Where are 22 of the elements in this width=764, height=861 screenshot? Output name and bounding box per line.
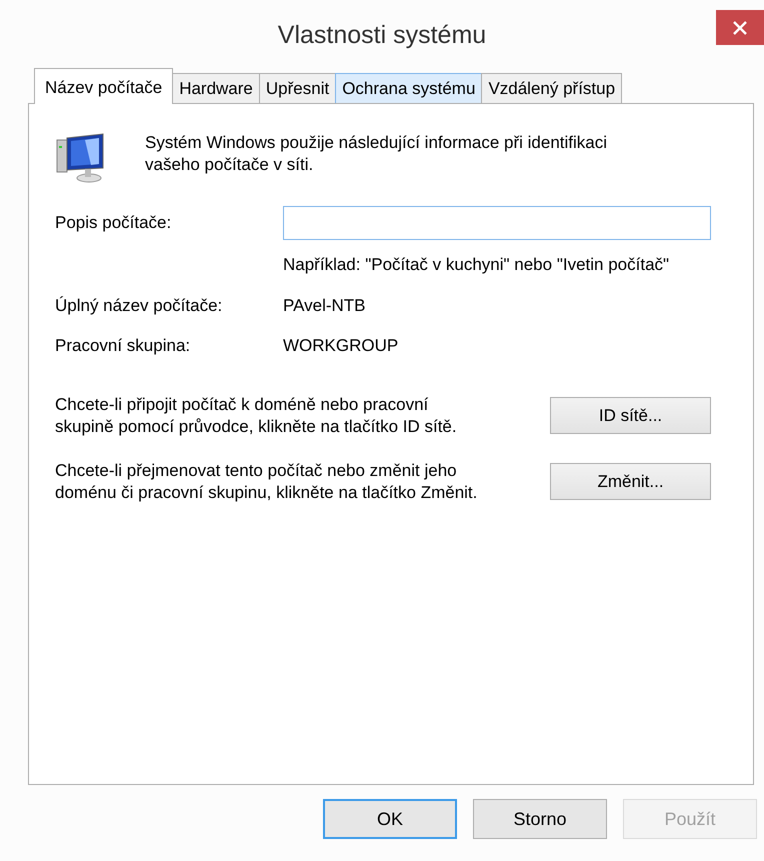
action-text: Chcete-li připojit počítač k doméně nebo pracovní skupině pomocí průvodce, klikněte na tlačítko ID sítě. [55,394,458,438]
example-text: Například: "Počítač v kuchyni" nebo "Ivetin počítač" [283,254,670,276]
description-field[interactable] [283,206,711,240]
tab[interactable]: Vzdálený přístup [481,73,622,103]
window-title: Vlastnosti systému [278,20,486,50]
info-value: WORKGROUP [283,336,400,356]
dialog-button[interactable]: Storno [473,799,607,839]
tab[interactable]: Ochrana systému [335,73,482,103]
tab[interactable]: Název počítače [34,68,174,104]
action-button[interactable]: Změnit... [550,463,711,500]
tab[interactable]: Upřesnit [258,73,336,103]
dialog-button[interactable]: OK [323,799,457,839]
tab[interactable]: Hardware [172,73,260,103]
info-label: Pracovní skupina: [55,336,192,356]
field-label: Popis počítače: [55,213,172,233]
action-text: Chcete-li přejmenovat tento počítač nebo změnit jeho doménu či pracovní skupinu, klikněte na tlačítko Změnit. [55,460,478,504]
info-label: Úplný název počítače: [55,296,224,316]
close-icon [733,20,747,34]
info-value: PAvel-NTB [283,296,367,316]
intro-text: Systém Windows použije následující informace při identifikaci vašeho počítače v síti. [145,132,608,176]
close-button[interactable] [716,10,764,45]
action-button[interactable]: ID sítě... [550,397,711,434]
